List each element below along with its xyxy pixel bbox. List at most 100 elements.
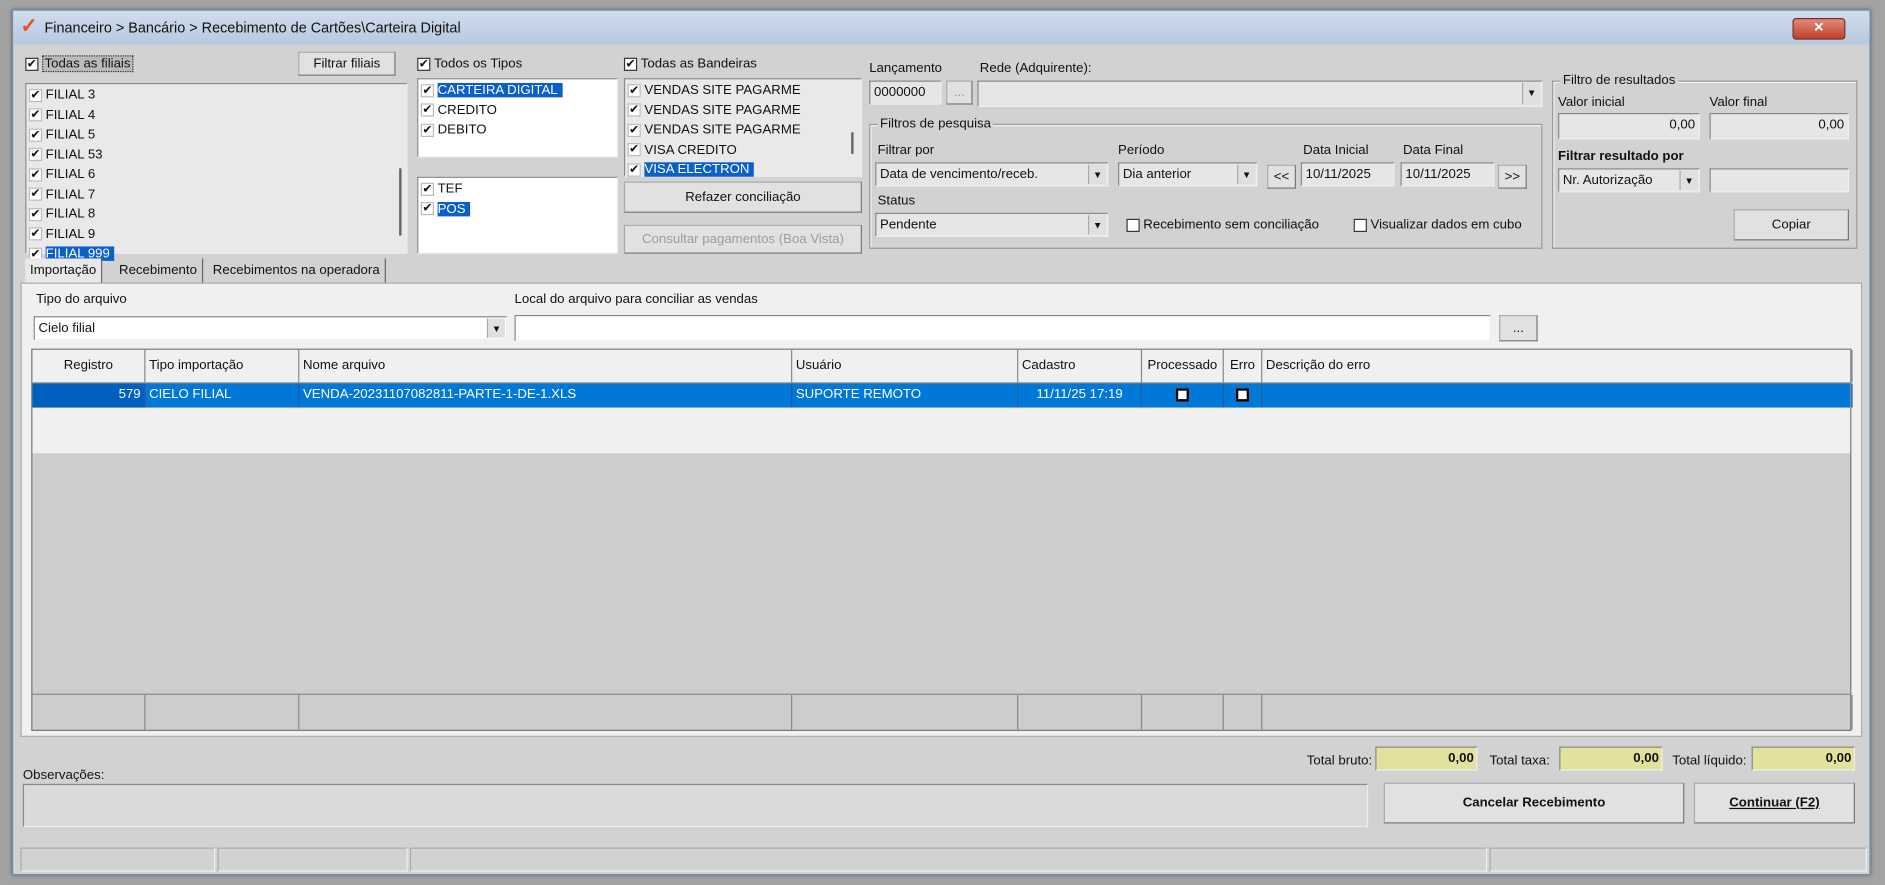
table-row[interactable]: 579 CIELO FILIAL VENDA-20231107082811-PART… (32, 383, 1853, 408)
list-item[interactable]: ✔ VISA ELECTRON (627, 160, 859, 179)
column-header[interactable]: Nome arquivo (299, 349, 793, 383)
status-panel-3 (409, 847, 1488, 872)
checkbox-icon: ✔ (623, 57, 638, 71)
cell-registro: 579 (32, 383, 146, 408)
chevron-down-icon: ▼ (486, 318, 505, 338)
checkbox-icon: ✔ (28, 88, 43, 102)
filtrar-filiais-button[interactable]: Filtrar filiais (298, 51, 396, 76)
copiar-button[interactable]: Copiar (1733, 209, 1849, 241)
all-bandeiras-checkbox[interactable]: ✔ Todas as Bandeiras (623, 57, 757, 71)
lancamento-label: Lançamento (869, 61, 942, 76)
scrollbar[interactable] (851, 132, 854, 154)
data-inicial-input[interactable]: 10/11/2025 (1300, 162, 1395, 187)
consultar-pagamentos-button[interactable]: Consultar pagamentos (Boa Vista) (623, 224, 862, 254)
previous-period-button[interactable]: << (1267, 164, 1296, 189)
next-period-button[interactable]: >> (1497, 164, 1527, 189)
filiais-list[interactable]: ✔ FILIAL 3 ✔ FILIAL 4 ✔ FILIAL 5 ✔ FILIAL 53 ✔ FI… (25, 82, 408, 261)
status-combo[interactable]: Pendente ▼ (875, 212, 1109, 237)
rede-combo[interactable]: ▼ (977, 80, 1543, 107)
column-header[interactable]: Cadastro (1018, 349, 1143, 383)
column-header[interactable]: Tipo importação (145, 349, 300, 383)
list-item-label: FILIAL 6 (45, 167, 96, 182)
observacoes-textarea[interactable] (22, 783, 1369, 828)
total-taxa-label: Total taxa: (1489, 753, 1550, 769)
tab-recebimento[interactable]: Recebimento (114, 258, 203, 283)
list-item[interactable]: ✔ FILIAL 9 (28, 224, 404, 243)
close-button[interactable]: ✕ (1792, 18, 1846, 40)
filtrar-por-combo[interactable]: Data de vencimento/receb. ▼ (875, 162, 1109, 187)
data-final-label: Data Final (1402, 143, 1464, 158)
checkbox-icon[interactable] (1175, 388, 1189, 402)
grid-footer (32, 693, 1853, 730)
column-header[interactable]: Usuário (792, 349, 1019, 383)
list-item[interactable]: ✔ FILIAL 4 (28, 105, 404, 124)
list-item[interactable]: ✔ FILIAL 7 (28, 185, 404, 204)
status-label: Status (877, 193, 916, 208)
list-item[interactable]: ✔ FILIAL 3 (28, 85, 404, 104)
browse-file-button[interactable]: ... (1499, 314, 1538, 342)
list-item[interactable]: ✔ FILIAL 53 (28, 145, 404, 164)
column-header[interactable]: Processado (1142, 349, 1224, 383)
tab-importacao[interactable]: Importação (25, 258, 103, 283)
column-header[interactable]: Erro (1224, 349, 1263, 383)
list-item-label: FILIAL 4 (45, 107, 96, 123)
list-item[interactable]: ✔ VISA CREDITO (627, 140, 859, 159)
list-item[interactable]: ✔ VENDAS SITE PAGARME (627, 120, 859, 139)
tipos-list[interactable]: ✔ CARTEIRA DIGITAL ✔ CREDITO ✔ DEBITO (417, 78, 618, 158)
periodo-combo[interactable]: Dia anterior ▼ (1118, 162, 1258, 187)
checkbox-icon: ✔ (25, 57, 39, 71)
filtro-valor-input[interactable] (1709, 168, 1849, 193)
cell-usuario: SUPORTE REMOTO (792, 383, 1019, 408)
list-item-label: VISA CREDITO (644, 142, 737, 157)
checkbox-icon[interactable] (1235, 388, 1250, 402)
local-arquivo-input[interactable] (514, 314, 1491, 342)
main-window: ✓ Financeiro > Bancário > Recebimento de… (12, 9, 1871, 876)
scrollbar[interactable] (399, 168, 402, 236)
cell-descricao (1262, 383, 1853, 408)
list-item-label: FILIAL 53 (45, 147, 103, 162)
column-header[interactable]: Registro (32, 349, 146, 383)
tipo-arquivo-combo[interactable]: Cielo filial ▼ (33, 316, 508, 341)
valor-final-input[interactable]: 0,00 (1709, 113, 1849, 140)
tab-recebimentos-operadora[interactable]: Recebimentos na operadora (208, 258, 386, 283)
continuar-button[interactable]: Continuar (F2) (1693, 782, 1855, 824)
list-item-label: TEF (437, 181, 463, 196)
list-item[interactable]: ✔ VENDAS SITE PAGARME (627, 100, 859, 119)
chevron-down-icon: ▼ (1087, 215, 1107, 235)
list-item[interactable]: ✔ VENDAS SITE PAGARME (627, 81, 859, 100)
filtrar-por-value: Data de vencimento/receb. (880, 167, 1039, 182)
bandeiras-list[interactable]: ✔ VENDAS SITE PAGARME ✔ VENDAS SITE PAGARME… (623, 78, 862, 179)
data-final-input[interactable]: 10/11/2025 (1400, 162, 1495, 187)
list-item[interactable]: ✔ TEF (420, 179, 615, 198)
list-item[interactable]: ✔ DEBITO (420, 120, 615, 139)
sem-conciliacao-checkbox[interactable]: Recebimento sem conciliação (1126, 218, 1319, 232)
captura-list[interactable]: ✔ TEF ✔ POS (417, 176, 618, 254)
column-header[interactable]: Descrição do erro (1262, 349, 1853, 383)
checkbox-icon: ✔ (28, 108, 43, 122)
refazer-conciliacao-button[interactable]: Refazer conciliação (623, 181, 862, 213)
cancelar-recebimento-button[interactable]: Cancelar Recebimento (1383, 782, 1685, 824)
list-item[interactable]: ✔ FILIAL 5 (28, 125, 404, 144)
lancamento-lookup-button[interactable]: ... (946, 80, 973, 105)
rede-label: Rede (Adquirente): (979, 61, 1092, 76)
list-item[interactable]: ✔ FILIAL 6 (28, 165, 404, 184)
list-item-label: VENDAS SITE PAGARME (644, 122, 801, 138)
list-item[interactable]: ✔ CARTEIRA DIGITAL (420, 81, 615, 100)
checkbox-icon: ✔ (627, 163, 641, 177)
list-item-label: FILIAL 3 (45, 87, 96, 103)
local-arquivo-label: Local do arquivo para conciliar as venda… (514, 292, 758, 307)
lancamento-input[interactable]: 0000000 (869, 80, 942, 105)
list-item[interactable]: ✔ CREDITO (420, 100, 615, 119)
import-grid: Registro Tipo importação Nome arquivo Usuár… (31, 348, 1853, 731)
list-item[interactable]: ✔ FILIAL 8 (28, 204, 404, 223)
chevron-down-icon: ▼ (1679, 170, 1698, 190)
checkbox-icon: ✔ (28, 147, 43, 162)
valor-inicial-input[interactable]: 0,00 (1558, 113, 1700, 140)
cubo-checkbox[interactable]: Visualizar dados em cubo (1353, 218, 1522, 232)
sem-conciliacao-label: Recebimento sem conciliação (1143, 217, 1319, 233)
list-item[interactable]: ✔ POS (420, 199, 615, 218)
all-tipos-checkbox[interactable]: ✔ Todos os Tipos (417, 57, 522, 71)
filtrar-resultado-combo[interactable]: Nr. Autorização ▼ (1558, 168, 1700, 193)
all-filiais-checkbox[interactable]: ✔ Todas as filiais (25, 55, 133, 73)
total-liquido-label: Total líquido: (1672, 753, 1747, 769)
